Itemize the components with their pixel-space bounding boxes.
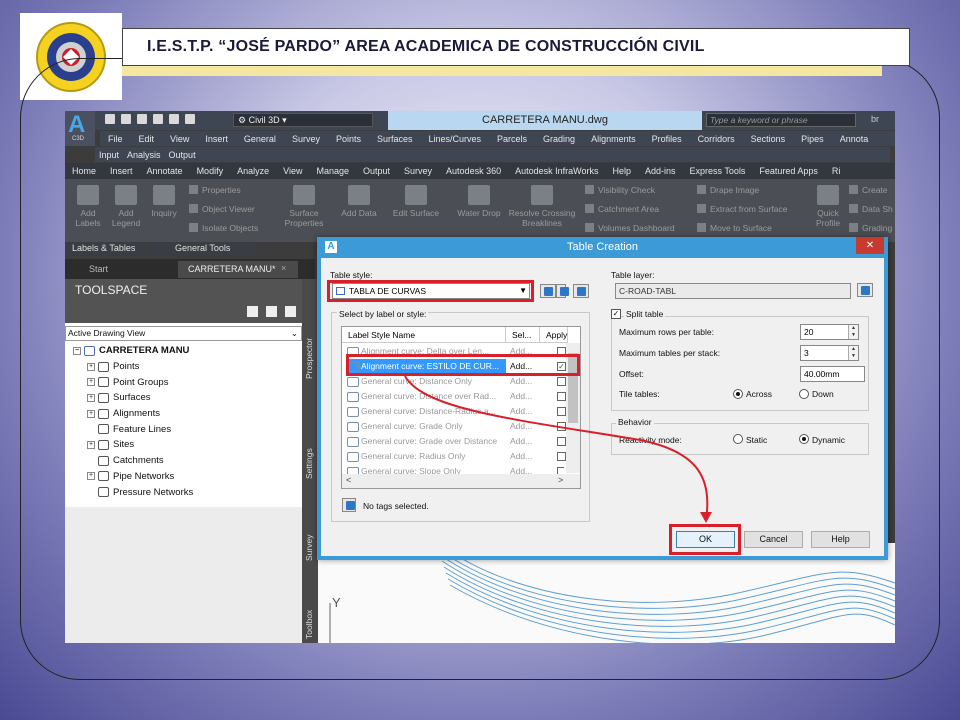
callout-arrow [403,373,712,523]
